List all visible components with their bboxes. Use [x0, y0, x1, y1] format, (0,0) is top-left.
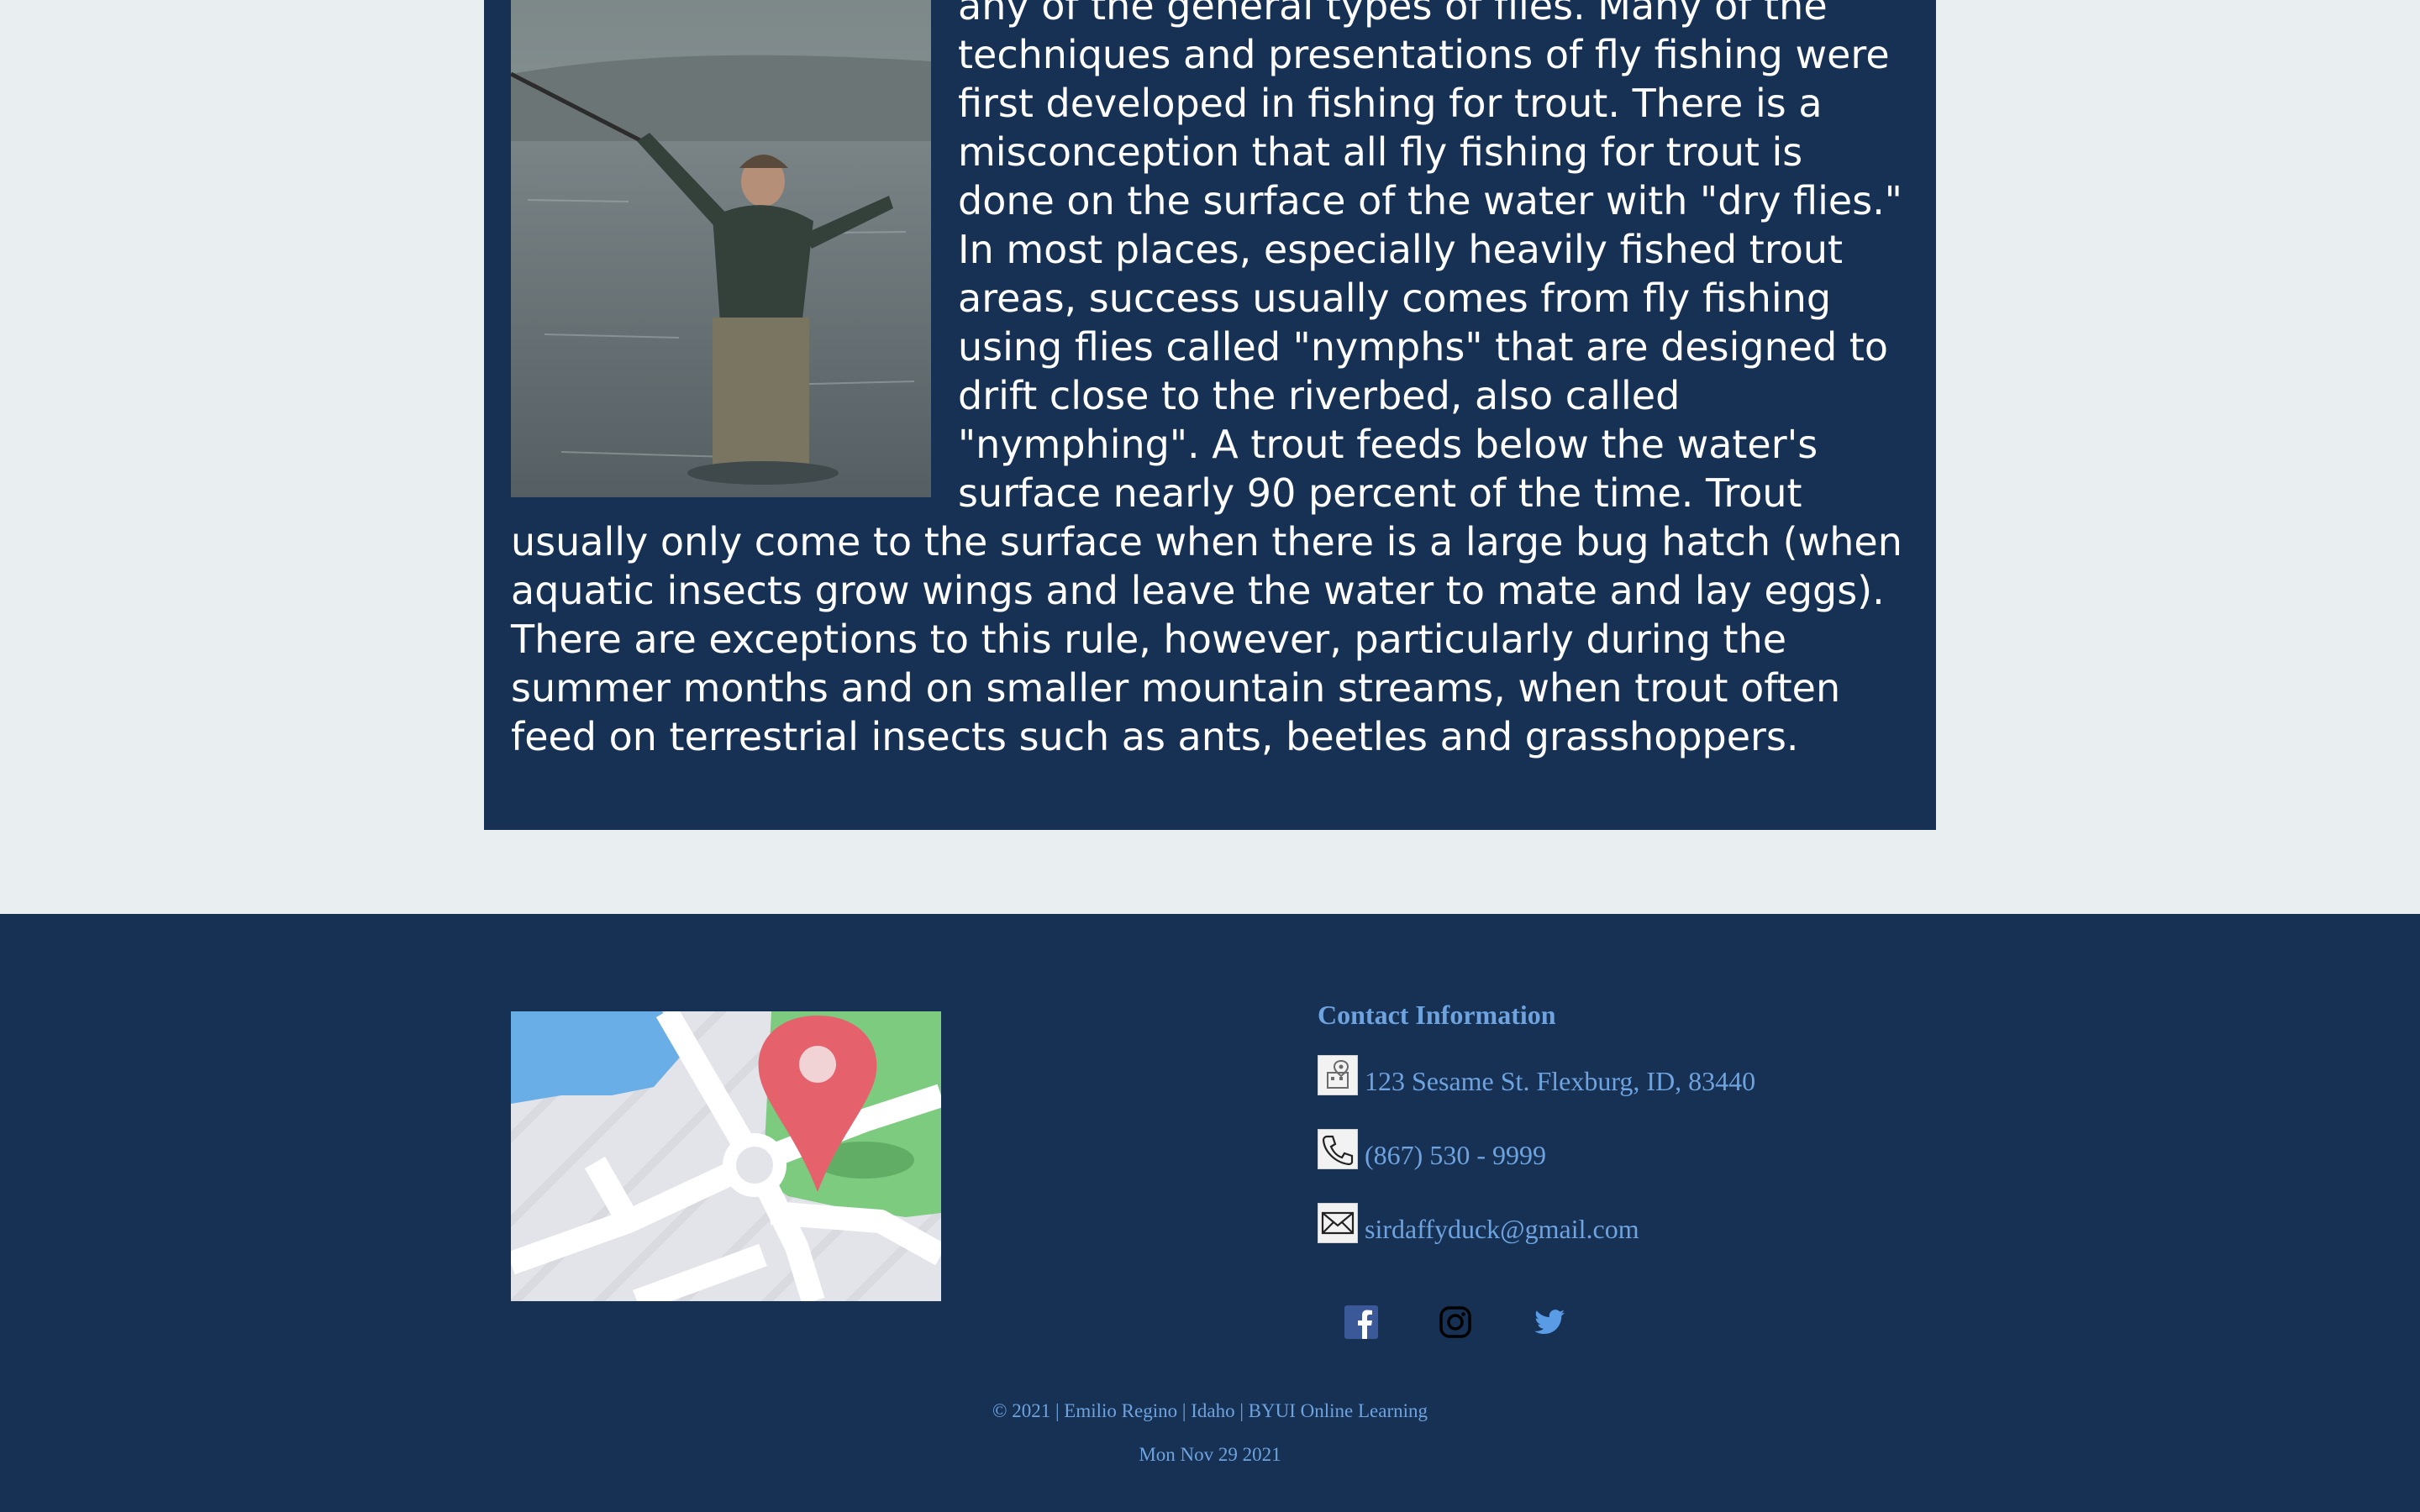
- last-modified-date: Mon Nov 29 2021: [1139, 1444, 1281, 1465]
- envelope-icon: [1318, 1203, 1358, 1243]
- location-building-icon: [1318, 1055, 1358, 1095]
- address-text: 123 Sesame St. Flexburg, ID, 83440: [1365, 1066, 1756, 1096]
- phone-icon: [1318, 1129, 1358, 1169]
- social-links: [1344, 1305, 1566, 1339]
- email-link[interactable]: sirdaffyduck@gmail.com: [1365, 1215, 1639, 1243]
- contact-phone[interactable]: (867) 530 - 9999: [1318, 1129, 2074, 1169]
- twitter-icon[interactable]: [1533, 1305, 1566, 1339]
- article-body: any of the general types of flies. Many …: [511, 0, 1907, 761]
- facebook-icon[interactable]: [1344, 1305, 1378, 1339]
- phone-text[interactable]: (867) 530 - 9999: [1365, 1141, 1546, 1169]
- copyright-text: © 2021 | Emilio Regino | Idaho | BYUI On…: [992, 1400, 1428, 1421]
- site-footer: Contact Information 123 Sesame St. Flexb…: [0, 914, 2420, 1512]
- map-image[interactable]: [511, 1011, 941, 1301]
- contact-heading: Contact Information: [1318, 1000, 1556, 1030]
- contact-information: Contact Information 123 Sesame St. Flexb…: [1318, 998, 2074, 1243]
- contact-address: 123 Sesame St. Flexburg, ID, 83440: [1318, 1055, 2074, 1095]
- contact-email[interactable]: sirdaffyduck@gmail.com: [1318, 1203, 2074, 1243]
- instagram-icon[interactable]: [1439, 1305, 1472, 1339]
- article-section: any of the general types of flies. Many …: [484, 0, 1936, 830]
- fly-fishing-photo: [511, 0, 931, 497]
